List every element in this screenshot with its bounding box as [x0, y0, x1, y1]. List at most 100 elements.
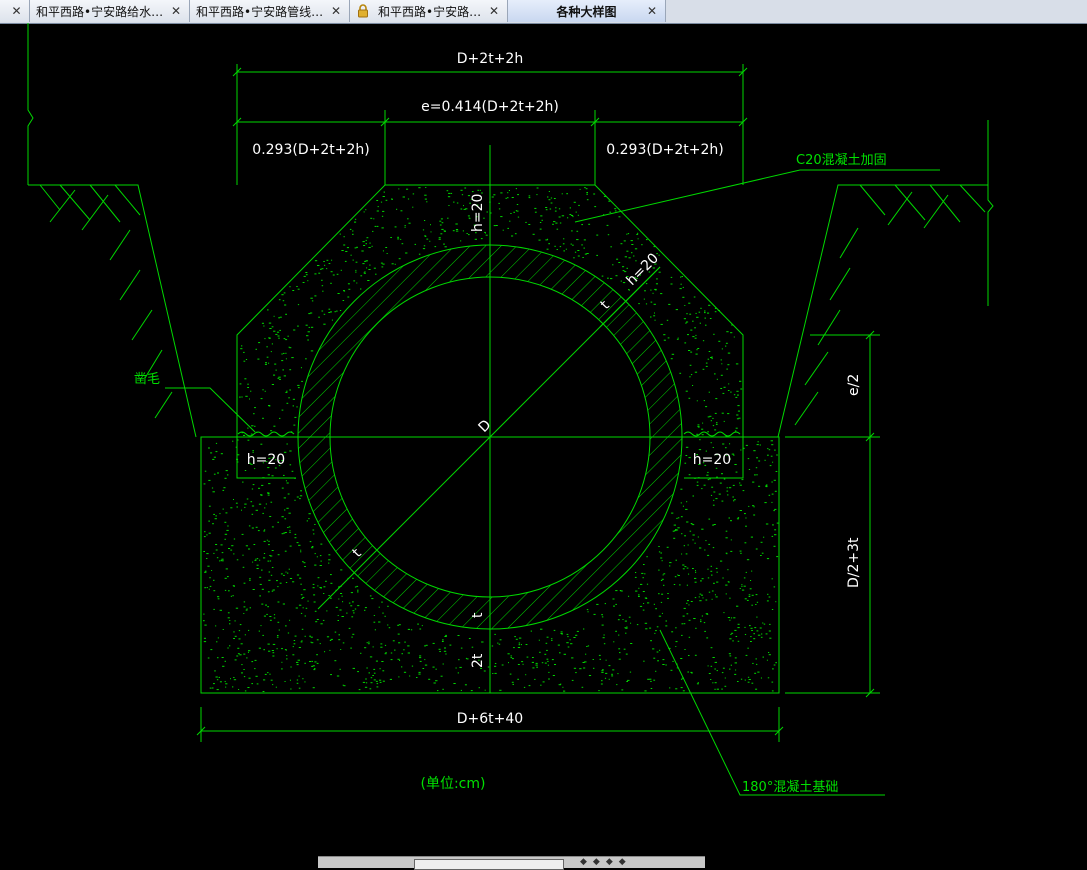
aggregate-dot — [332, 274, 335, 276]
base-label: 180°混凝土基础 — [742, 779, 838, 795]
aggregate-dot — [696, 481, 699, 483]
aggregate-dot — [371, 245, 373, 247]
aggregate-dot — [256, 568, 259, 569]
aggregate-dot — [465, 657, 467, 659]
aggregate-dot — [667, 593, 669, 594]
aggregate-dot — [382, 680, 385, 682]
close-icon[interactable]: ✕ — [169, 4, 183, 18]
aggregate-dot — [622, 619, 624, 620]
aggregate-dot — [721, 473, 723, 475]
aggregate-dot — [734, 662, 737, 664]
aggregate-dot — [287, 493, 290, 495]
aggregate-dot — [272, 655, 275, 657]
aggregate-dot — [546, 636, 549, 638]
aggregate-dot — [690, 601, 693, 602]
aggregate-dot — [641, 572, 644, 574]
aggregate-dot — [540, 684, 542, 686]
aggregate-dot — [584, 187, 586, 189]
aggregate-dot — [340, 569, 343, 571]
aggregate-dot — [630, 240, 633, 242]
aggregate-dot — [296, 661, 299, 663]
command-input-field[interactable] — [414, 859, 564, 870]
aggregate-dot — [745, 517, 747, 519]
document-tab-1[interactable]: 和平西路•宁安路给水… ✕ — [30, 0, 190, 22]
document-tab-0[interactable]: … ✕ — [0, 0, 30, 22]
aggregate-dot — [536, 187, 539, 189]
aggregate-dot — [291, 357, 294, 359]
aggregate-dot — [755, 658, 757, 660]
aggregate-dot — [547, 664, 549, 666]
aggregate-dot — [445, 653, 447, 655]
aggregate-dot — [283, 352, 285, 354]
aggregate-dot — [528, 197, 531, 199]
aggregate-dot — [346, 612, 348, 614]
aggregate-dot — [708, 304, 711, 306]
aggregate-dot — [769, 623, 771, 625]
aggregate-dot — [285, 571, 287, 573]
aggregate-dot — [239, 396, 241, 398]
aggregate-dot — [520, 644, 522, 646]
aggregate-dot — [607, 277, 609, 279]
aggregate-dot — [213, 552, 215, 554]
aggregate-dot — [714, 661, 717, 663]
aggregate-dot — [744, 513, 746, 515]
aggregate-dot — [734, 430, 737, 432]
aggregate-dot — [283, 474, 285, 476]
aggregate-dot — [421, 625, 423, 627]
close-icon[interactable]: ✕ — [645, 4, 659, 18]
cad-drawing-canvas[interactable]: D+2t+2h e=0.414(D+2t+2h) 0.293(D+2t+2h) … — [0, 23, 1087, 856]
aggregate-dot — [740, 449, 742, 451]
aggregate-dot — [406, 188, 409, 190]
aggregate-dot — [397, 658, 400, 660]
aggregate-dot — [688, 474, 691, 476]
aggregate-dot — [550, 197, 553, 199]
aggregate-dot — [216, 641, 218, 643]
aggregate-dot — [266, 539, 268, 541]
aggregate-dot — [726, 490, 729, 492]
aggregate-dot — [650, 289, 652, 291]
aggregate-dot — [750, 580, 752, 581]
aggregate-dot — [615, 590, 618, 592]
aggregate-dot — [559, 652, 561, 654]
aggregate-dot — [203, 551, 205, 552]
aggregate-dot — [453, 683, 456, 684]
aggregate-dot — [675, 529, 677, 530]
document-tab-4-active[interactable]: 各种大样图 ✕ — [508, 0, 666, 22]
aggregate-dot — [249, 578, 251, 580]
aggregate-dot — [237, 461, 239, 463]
aggregate-dot — [658, 271, 661, 273]
aggregate-dot — [239, 624, 242, 626]
unit-label: (单位:cm) — [421, 776, 486, 792]
aggregate-dot — [546, 658, 549, 660]
aggregate-dot — [323, 261, 325, 262]
aggregate-dot — [741, 585, 743, 587]
close-icon[interactable]: ✕ — [329, 4, 343, 18]
aggregate-dot — [370, 682, 373, 684]
aggregate-dot — [350, 647, 352, 649]
aggregate-dot — [289, 531, 291, 533]
document-tab-3[interactable]: 和平西路•宁安路… ✕ — [350, 0, 508, 22]
aggregate-dot — [224, 538, 226, 540]
close-icon[interactable]: ✕ — [10, 4, 23, 18]
aggregate-dot — [264, 529, 266, 531]
aggregate-dot — [303, 562, 306, 564]
aggregate-dot — [260, 494, 263, 496]
aggregate-dot — [344, 260, 347, 262]
aggregate-dot — [215, 544, 218, 545]
aggregate-dot — [724, 685, 727, 687]
aggregate-dot — [241, 664, 243, 666]
aggregate-dot — [730, 550, 733, 552]
aggregate-dot — [771, 578, 773, 580]
aggregate-dot — [247, 439, 250, 441]
aggregate-dot — [626, 626, 628, 628]
aggregate-dot — [382, 196, 385, 197]
aggregate-dot — [325, 580, 327, 582]
document-tab-2[interactable]: 和平西路•宁安路管线… ✕ — [190, 0, 350, 22]
aggregate-dot — [203, 641, 207, 643]
aggregate-dot — [525, 644, 528, 645]
close-icon[interactable]: ✕ — [487, 4, 501, 18]
aggregate-dot — [653, 246, 656, 248]
aggregate-dot — [366, 642, 368, 644]
aggregate-dot — [699, 439, 701, 441]
aggregate-dot — [318, 316, 320, 318]
